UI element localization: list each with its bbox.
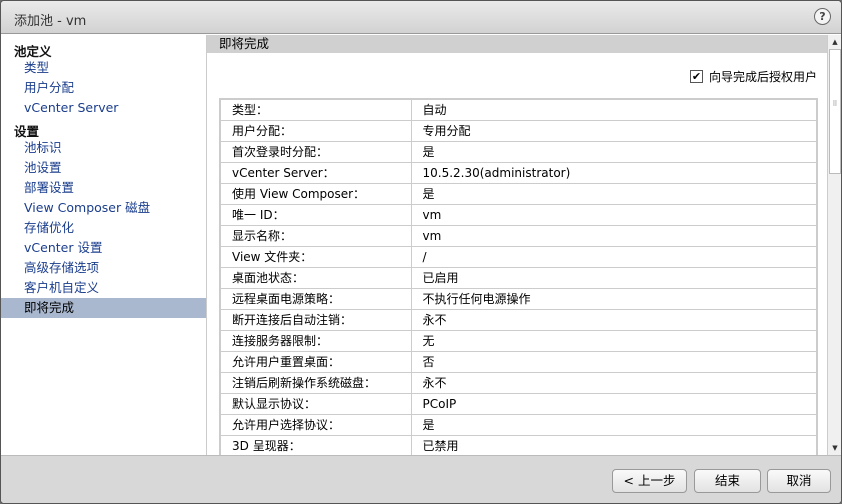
nav-item-provisioning[interactable]: 部署设置 [1,178,206,198]
nav-item-storage-optimization[interactable]: 存储优化 [1,218,206,238]
row-value: 否 [411,351,817,373]
row-label: 允许用户重置桌面： [220,351,412,373]
row-label: 类型： [220,99,412,121]
table-row: 用户分配： 专用分配 [220,120,817,142]
nav-item-vcenter-settings[interactable]: vCenter 设置 [1,238,206,258]
nav-item-ready-to-complete[interactable]: 即将完成 [1,298,206,318]
entitle-users-checkbox[interactable]: ✔ 向导完成后授权用户 [689,68,817,85]
table-row: 默认显示协议： PCoIP [220,393,817,415]
row-value: 永不 [411,309,817,331]
nav-item-advanced-storage[interactable]: 高级存储选项 [1,258,206,278]
table-row: 首次登录时分配：是 [220,141,817,163]
row-value: 自动 [411,99,817,121]
finish-button[interactable]: 结束 [694,469,761,493]
table-row: 断开连接后自动注销： 永不 [220,309,817,331]
entitle-users-label: 向导完成后授权用户 [708,70,817,84]
dialog-footer: < 上一步 结束 取消 [1,455,841,503]
table-row: 允许用户选择协议：是 [220,414,817,436]
table-row: 显示名称： vm [220,225,817,247]
row-value: 10.5.2.30(administrator) [411,162,817,184]
row-value: 是 [411,414,817,436]
scroll-thumb[interactable]: ⠿ [829,49,841,174]
row-label: 默认显示协议： [220,393,412,415]
row-value: vm [411,204,817,226]
table-row: 远程桌面电源策略： 不执行任何电源操作 [220,288,817,310]
main-panel: 即将完成 ✔ 向导完成后授权用户 类型： 自动 用户分配： 专用分配 首次登录时分配：是… [207,35,827,457]
table-row: 桌面池状态： 已启用 [220,267,817,289]
row-value: / [411,246,817,268]
page-title: 即将完成 [207,35,827,53]
row-label: 唯一 ID： [220,204,412,226]
row-label: 注销后刷新操作系统磁盘： [220,372,412,394]
row-label: vCenter Server： [220,162,412,184]
table-row: 唯一 ID： vm [220,204,817,226]
table-row: 使用 View Composer：是 [220,183,817,205]
table-row: 类型： 自动 [220,99,817,121]
wizard-nav: 池定义 类型 用户分配 vCenter Server 设置 池标识 池设置 部署… [1,35,207,455]
row-label: 连接服务器限制： [220,330,412,352]
row-label: 显示名称： [220,225,412,247]
row-label: 允许用户选择协议： [220,414,412,436]
row-value: vm [411,225,817,247]
summary-table: 类型： 自动 用户分配： 专用分配 首次登录时分配：是 vCenter Server： 10… [219,98,818,457]
row-label: 桌面池状态： [220,267,412,289]
row-value: 专用分配 [411,120,817,142]
nav-item-user-assignment[interactable]: 用户分配 [1,78,206,98]
table-row: 连接服务器限制：无 [220,330,817,352]
row-value: 已禁用 [411,435,817,457]
nav-item-pool-settings[interactable]: 池设置 [1,158,206,178]
checkbox-checked-icon[interactable]: ✔ [689,70,703,83]
title-bar: 添加池 - vm ? [1,1,841,34]
row-value: 永不 [411,372,817,394]
nav-item-composer-disks[interactable]: View Composer 磁盘 [1,198,206,218]
vertical-scrollbar[interactable]: ▲ ⠿ ▼ [827,35,841,455]
scroll-up-icon[interactable]: ▲ [829,36,841,48]
cancel-button[interactable]: 取消 [767,469,831,493]
help-icon[interactable]: ? [814,8,831,25]
table-row: 注销后刷新操作系统磁盘： 永不 [220,372,817,394]
row-label: 断开连接后自动注销： [220,309,412,331]
table-row: 3D 呈现器： 已禁用 [220,435,817,457]
row-value: 不执行任何电源操作 [411,288,817,310]
back-button[interactable]: < 上一步 [612,469,687,493]
table-row: vCenter Server： 10.5.2.30(administrator) [220,162,817,184]
table-row: 允许用户重置桌面：否 [220,351,817,373]
row-label: 用户分配： [220,120,412,142]
nav-item-guest-customization[interactable]: 客户机自定义 [1,278,206,298]
row-label: 远程桌面电源策略： [220,288,412,310]
row-value: 是 [411,141,817,163]
row-value: 无 [411,330,817,352]
row-value: 已启用 [411,267,817,289]
nav-item-vcenter-server[interactable]: vCenter Server [1,98,206,118]
nav-item-type[interactable]: 类型 [1,58,206,78]
row-value: PCoIP [411,393,817,415]
table-row: View 文件夹： / [220,246,817,268]
row-label: 首次登录时分配： [220,141,412,163]
scroll-down-icon[interactable]: ▼ [829,442,841,454]
row-label: 3D 呈现器： [220,435,412,457]
row-label: 使用 View Composer： [220,183,412,205]
row-value: 是 [411,183,817,205]
add-pool-dialog: 添加池 - vm ? 池定义 类型 用户分配 vCenter Server 设置… [0,0,842,504]
nav-item-pool-id[interactable]: 池标识 [1,138,206,158]
dialog-title: 添加池 - vm [14,14,87,29]
row-label: View 文件夹： [220,246,412,268]
